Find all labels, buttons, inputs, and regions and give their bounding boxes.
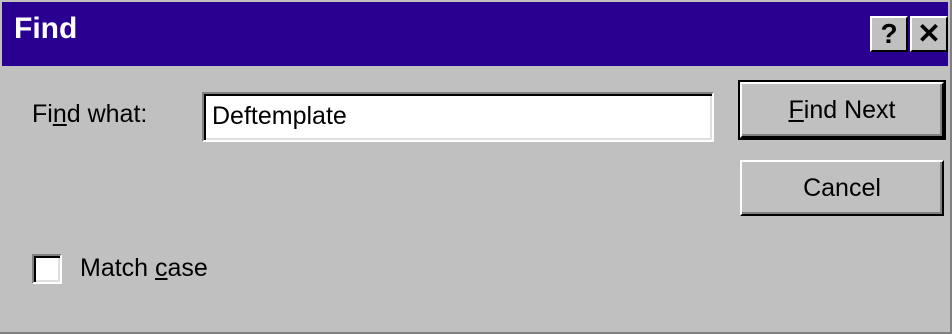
close-button[interactable]: ✕ bbox=[910, 16, 948, 52]
title-bar: Find ? ✕ bbox=[2, 2, 948, 66]
find-dialog: Find ? ✕ Find what: Deftemplate Find Nex… bbox=[0, 0, 952, 334]
find-what-label: Find what: bbox=[32, 100, 148, 128]
cancel-button[interactable]: Cancel bbox=[740, 160, 944, 216]
help-button[interactable]: ? bbox=[870, 16, 908, 52]
find-next-button[interactable]: Find Next bbox=[738, 80, 946, 140]
window-title: Find bbox=[14, 12, 78, 45]
match-case-checkbox[interactable] bbox=[32, 254, 62, 284]
match-case-label[interactable]: Match case bbox=[80, 254, 208, 283]
find-what-input[interactable]: Deftemplate bbox=[202, 92, 714, 142]
help-icon: ? bbox=[880, 18, 898, 49]
close-icon: ✕ bbox=[917, 18, 941, 49]
